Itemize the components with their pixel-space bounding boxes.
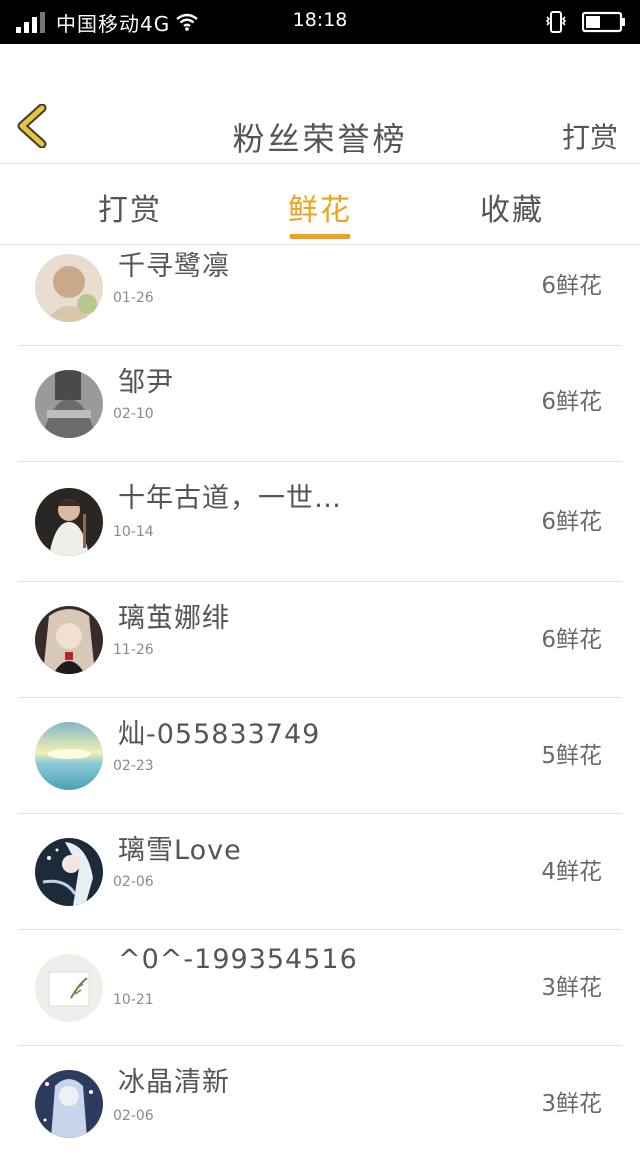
flower-count: 6鲜花 [541, 273, 602, 299]
flower-count: 6鲜花 [541, 627, 602, 653]
avatar [35, 722, 103, 790]
list-item[interactable]: ^0^-199354516 10-21 3鲜花 [18, 930, 622, 1046]
status-bar: 中国移动4G 18:18 [0, 0, 640, 44]
avatar [35, 254, 103, 322]
flower-count: 5鲜花 [541, 743, 602, 769]
list-item[interactable]: 十年古道，一世… 10-14 6鲜花 [18, 462, 622, 582]
avatar [35, 606, 103, 674]
fan-date: 02-10 [113, 406, 154, 422]
flower-count: 6鲜花 [541, 509, 602, 535]
avatar [35, 838, 103, 906]
status-right [544, 8, 626, 36]
tab-favorites[interactable]: 收藏 [452, 185, 572, 229]
flower-count: 4鲜花 [541, 859, 602, 885]
fan-date: 10-21 [113, 992, 154, 1008]
fan-name: 璃茧娜绯 [118, 603, 230, 634]
avatar [35, 370, 103, 438]
list-item[interactable]: 邹尹 02-10 6鲜花 [18, 346, 622, 462]
fan-name: 灿-055833749 [118, 719, 321, 750]
vibrate-icon [545, 11, 567, 33]
battery-icon [582, 11, 625, 33]
flower-count: 3鲜花 [541, 975, 602, 1001]
tab-flowers[interactable]: 鲜花 [260, 185, 380, 229]
fan-date: 02-06 [113, 1108, 154, 1124]
fan-name: 璃雪Love [118, 835, 242, 866]
list-item[interactable]: 千寻鹭凛 01-26 6鲜花 [18, 230, 622, 346]
fan-name: 千寻鹭凛 [118, 251, 230, 282]
fan-name: 冰晶清新 [118, 1067, 230, 1098]
avatar [35, 488, 103, 556]
list-item[interactable]: 璃茧娜绯 11-26 6鲜花 [18, 582, 622, 698]
avatar [35, 1070, 103, 1138]
avatar [35, 954, 103, 1022]
fan-date: 02-23 [113, 758, 154, 774]
nav-bar: 粉丝荣誉榜 打赏 [0, 44, 640, 164]
fan-name: 十年古道，一世… [118, 483, 342, 514]
flower-count: 6鲜花 [541, 389, 602, 415]
flower-count: 3鲜花 [541, 1091, 602, 1117]
reward-button[interactable]: 打赏 [562, 116, 618, 156]
fan-date: 11-26 [113, 642, 154, 658]
list-item[interactable]: 璃雪Love 02-06 4鲜花 [18, 814, 622, 930]
fan-date: 10-14 [113, 524, 154, 540]
fan-name: ^0^-199354516 [118, 944, 358, 975]
list-item[interactable]: 灿-055833749 02-23 5鲜花 [18, 698, 622, 814]
fan-name: 邹尹 [118, 367, 174, 398]
tab-reward[interactable]: 打赏 [70, 185, 190, 229]
fan-date: 01-26 [113, 290, 154, 306]
list-item[interactable]: 冰晶清新 02-06 3鲜花 [18, 1046, 622, 1162]
page-title: 粉丝荣誉榜 [232, 120, 408, 158]
fan-date: 02-06 [113, 874, 154, 890]
